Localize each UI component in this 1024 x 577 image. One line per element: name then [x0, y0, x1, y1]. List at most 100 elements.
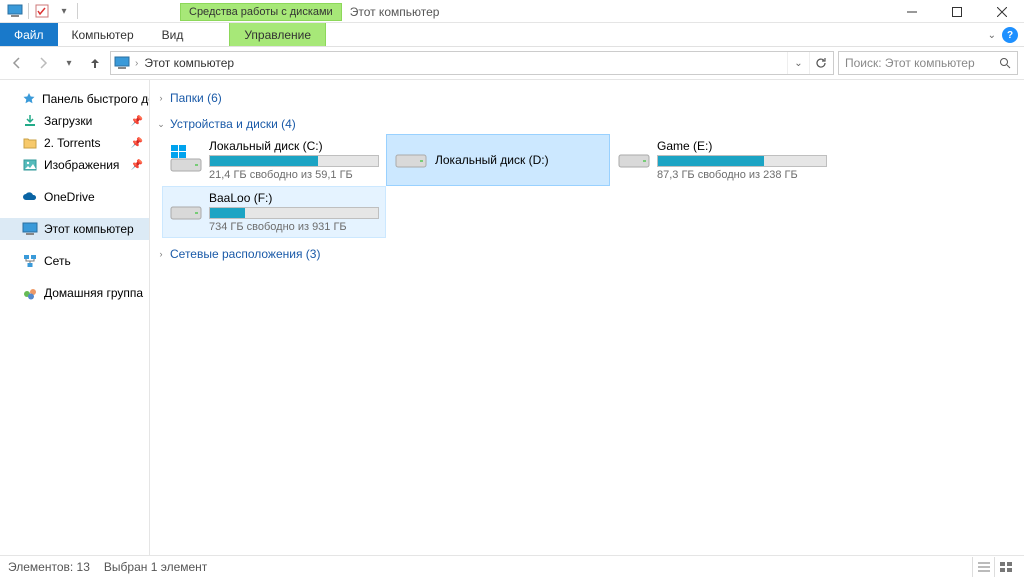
drive-icon	[169, 194, 203, 230]
group-header-netloc[interactable]: › Сетевые расположения (3)	[156, 244, 1018, 264]
location-icon	[113, 54, 131, 72]
downloads-icon	[22, 113, 38, 129]
sidebar-label: 2. Torrents	[44, 136, 100, 150]
group-network-locations: › Сетевые расположения (3)	[156, 244, 1018, 264]
expand-ribbon-icon[interactable]: ⌄	[988, 30, 996, 41]
this-pc-icon	[22, 221, 38, 237]
drive-name: Локальный диск (D:)	[435, 153, 603, 167]
drive-os-icon	[169, 142, 203, 178]
close-button[interactable]	[979, 0, 1024, 23]
up-button[interactable]	[84, 52, 106, 74]
sidebar-item-this-pc[interactable]: Этот компьютер	[0, 218, 149, 240]
capacity-bar	[209, 207, 379, 219]
maximize-button[interactable]	[934, 0, 979, 23]
sidebar-label: Панель быстрого дос	[42, 92, 150, 106]
window-controls	[889, 0, 1024, 23]
breadcrumb-segment[interactable]: Этот компьютер	[142, 56, 236, 70]
search-input[interactable]: Поиск: Этот компьютер	[838, 51, 1018, 75]
details-view-button[interactable]	[972, 557, 994, 577]
search-icon	[999, 57, 1011, 69]
sidebar-label: OneDrive	[44, 190, 95, 204]
address-bar[interactable]: › Этот компьютер ⌄	[110, 51, 834, 75]
status-item-count: Элементов: 13	[8, 560, 90, 574]
sidebar-label: Загрузки	[44, 114, 92, 128]
sidebar-item-torrents[interactable]: 2. Torrents 📌	[0, 132, 149, 154]
separator	[28, 3, 29, 19]
sidebar-item-homegroup[interactable]: Домашняя группа	[0, 282, 149, 304]
sidebar-item-images[interactable]: Изображения 📌	[0, 154, 149, 176]
chevron-right-icon: ›	[156, 249, 166, 259]
pin-icon: 📌	[131, 160, 143, 171]
sidebar-item-quick-access[interactable]: Панель быстрого дос	[0, 88, 149, 110]
group-header-folders[interactable]: › Папки (6)	[156, 88, 1018, 108]
sidebar-label: Изображения	[44, 158, 119, 172]
tab-manage[interactable]: Управление	[229, 23, 326, 46]
title-center: Средства работы с дисками Этот компьютер	[180, 3, 439, 21]
group-header-devices[interactable]: ⌄ Устройства и диски (4)	[156, 114, 1018, 134]
status-selection: Выбран 1 элемент	[104, 560, 207, 574]
navigation-pane: Панель быстрого дос Загрузки 📌 2. Torren…	[0, 80, 150, 555]
properties-icon[interactable]	[31, 0, 53, 22]
drive-free-text: 21,4 ГБ свободно из 59,1 ГБ	[209, 169, 379, 181]
group-title: Устройства и диски (4)	[170, 117, 296, 131]
tiles-view-button[interactable]	[994, 557, 1016, 577]
sidebar-label: Домашняя группа	[44, 286, 143, 300]
capacity-bar	[657, 155, 827, 167]
pictures-icon	[22, 157, 38, 173]
star-icon	[22, 91, 36, 107]
drive-free-text: 87,3 ГБ свободно из 238 ГБ	[657, 169, 827, 181]
tab-file[interactable]: Файл	[0, 23, 58, 46]
sidebar-item-network[interactable]: Сеть	[0, 250, 149, 272]
recent-dropdown-icon[interactable]: ▾	[58, 52, 80, 74]
capacity-fill	[658, 156, 764, 166]
back-button[interactable]	[6, 52, 28, 74]
capacity-fill	[210, 156, 318, 166]
title-bar: ▾ Средства работы с дисками Этот компьют…	[0, 0, 1024, 23]
capacity-fill	[210, 208, 245, 218]
breadcrumb-separator-icon[interactable]: ›	[135, 58, 138, 69]
ribbon-tabs: Файл Компьютер Вид Управление ⌄ ?	[0, 23, 1024, 47]
this-pc-icon	[4, 0, 26, 22]
homegroup-icon	[22, 285, 38, 301]
tab-computer[interactable]: Компьютер	[58, 23, 148, 46]
drive-name: Game (E:)	[657, 139, 827, 153]
status-bar: Элементов: 13 Выбран 1 элемент	[0, 555, 1024, 577]
forward-button[interactable]	[32, 52, 54, 74]
group-folders: › Папки (6)	[156, 88, 1018, 108]
quick-access-toolbar: ▾	[0, 0, 80, 22]
search-placeholder: Поиск: Этот компьютер	[845, 56, 975, 70]
drive-icon	[617, 142, 651, 178]
group-title: Сетевые расположения (3)	[170, 247, 320, 261]
main-body: Панель быстрого дос Загрузки 📌 2. Torren…	[0, 79, 1024, 555]
group-devices: ⌄ Устройства и диски (4) Локальный диск …	[156, 114, 1018, 238]
tab-view[interactable]: Вид	[148, 23, 198, 46]
drive-name: BaaLoo (F:)	[209, 191, 379, 205]
view-mode-switcher	[972, 557, 1016, 577]
group-title: Папки (6)	[170, 91, 222, 105]
qat-dropdown-icon[interactable]: ▾	[53, 0, 75, 22]
navigation-row: ▾ › Этот компьютер ⌄ Поиск: Этот компьют…	[0, 47, 1024, 79]
drive-f[interactable]: BaaLoo (F:) 734 ГБ свободно из 931 ГБ	[162, 186, 386, 238]
pin-icon: 📌	[131, 138, 143, 149]
sidebar-item-onedrive[interactable]: OneDrive	[0, 186, 149, 208]
drive-icon	[393, 142, 429, 178]
drive-name: Локальный диск (C:)	[209, 139, 379, 153]
address-dropdown-icon[interactable]: ⌄	[787, 52, 809, 74]
content-pane: › Папки (6) ⌄ Устройства и диски (4) Лок…	[150, 80, 1024, 555]
spacer	[197, 23, 229, 46]
drive-d[interactable]: Локальный диск (D:)	[386, 134, 610, 186]
onedrive-icon	[22, 189, 38, 205]
chevron-right-icon: ›	[156, 93, 166, 103]
capacity-bar	[209, 155, 379, 167]
minimize-button[interactable]	[889, 0, 934, 23]
sidebar-item-downloads[interactable]: Загрузки 📌	[0, 110, 149, 132]
sidebar-label: Этот компьютер	[44, 222, 134, 236]
drive-c[interactable]: Локальный диск (C:) 21,4 ГБ свободно из …	[162, 134, 386, 186]
network-icon	[22, 253, 38, 269]
separator	[77, 3, 78, 19]
drive-grid: Локальный диск (C:) 21,4 ГБ свободно из …	[156, 134, 1018, 238]
drive-e[interactable]: Game (E:) 87,3 ГБ свободно из 238 ГБ	[610, 134, 834, 186]
help-icon[interactable]: ?	[1002, 27, 1018, 43]
refresh-button[interactable]	[809, 52, 831, 74]
drive-free-text: 734 ГБ свободно из 931 ГБ	[209, 221, 379, 233]
